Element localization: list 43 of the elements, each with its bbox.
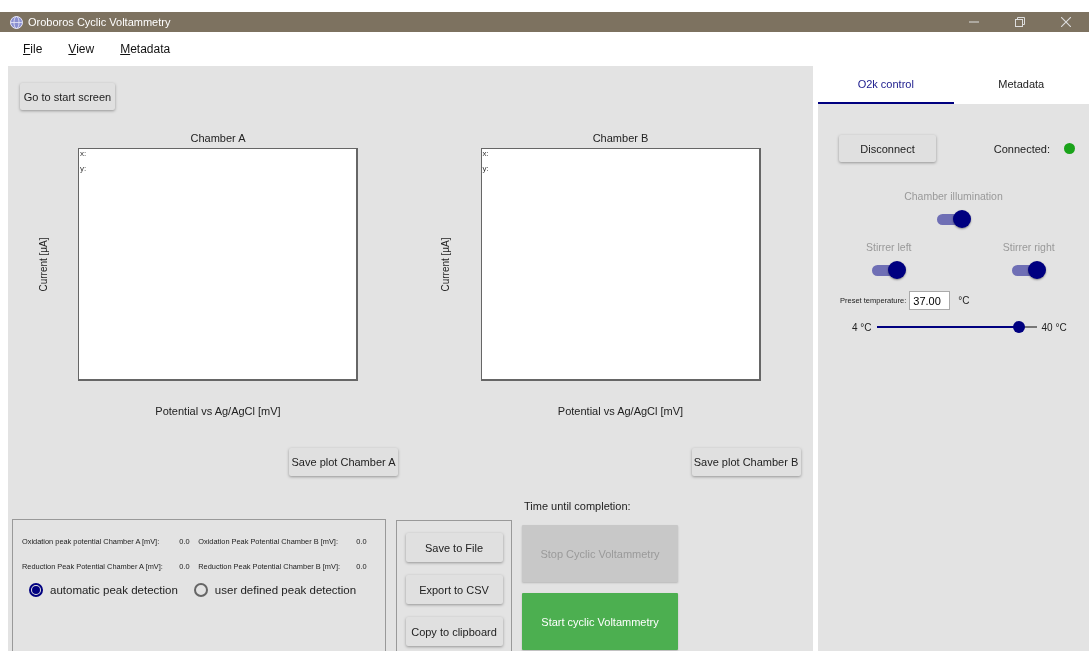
save-plot-button[interactable]: Save plot Chamber B	[691, 448, 801, 476]
plot-title: Chamber B	[592, 132, 649, 146]
y-axis-label: Current [µA]	[440, 237, 451, 292]
menu-item[interactable]: View	[68, 42, 95, 56]
time-label: Time until completion:	[523, 500, 632, 514]
slider-max-label: 40 °C	[1041, 321, 1067, 333]
toggle-label: Chamber illumination	[903, 190, 1004, 202]
toggle-label: Stirrer left	[865, 241, 913, 253]
radio-label[interactable]: automatic peak detection	[50, 584, 178, 596]
unit-label: °C	[958, 295, 970, 306]
x-axis-label: Potential vs Ag/AgCl [mV]	[557, 405, 684, 417]
tab[interactable]: Metadata	[953, 66, 1089, 104]
save-plot-button[interactable]: Save plot Chamber A	[289, 448, 398, 476]
restore-icon[interactable]	[1015, 17, 1025, 27]
slider-min-label: 4 °C	[852, 321, 872, 333]
radio-label[interactable]: user defined peak detection	[214, 584, 357, 596]
export-button[interactable]: Save to File	[405, 533, 503, 562]
slider-thumb[interactable]	[1012, 321, 1025, 333]
menu-item[interactable]: Metadata	[120, 42, 171, 56]
app-globe-icon	[10, 15, 23, 29]
x-axis-label: Potential vs Ag/AgCl [mV]	[155, 405, 281, 417]
toggle-switch[interactable]	[1011, 259, 1046, 281]
tab[interactable]: O2k control	[818, 66, 954, 104]
radio-button[interactable]	[29, 583, 43, 597]
start-screen-button[interactable]: Go to start screen	[20, 83, 115, 110]
export-button[interactable]: Export to CSV	[405, 575, 503, 604]
toggle-switch[interactable]	[871, 259, 906, 281]
close-icon[interactable]	[1061, 17, 1071, 27]
cursor-readout: y:	[482, 164, 489, 173]
window-title: Oroboros Cyclic Voltammetry	[28, 16, 171, 28]
radio-button[interactable]	[193, 583, 208, 597]
temperature-field[interactable]: 37.00	[909, 291, 951, 310]
y-axis-label: Current [µA]	[37, 237, 49, 292]
plot-title: Chamber A	[190, 132, 246, 146]
toggle-switch[interactable]	[936, 208, 971, 230]
disconnect-button[interactable]: Disconnect	[839, 135, 936, 162]
toggle-label: Stirrer right	[1001, 241, 1056, 253]
cursor-readout: x:	[482, 149, 489, 158]
menu-item[interactable]: File	[23, 42, 43, 56]
cursor-readout: y:	[80, 164, 87, 173]
export-button[interactable]: Copy to clipboard	[405, 617, 503, 646]
cursor-readout: x:	[80, 149, 87, 158]
status-label: Connected:	[993, 142, 1050, 155]
